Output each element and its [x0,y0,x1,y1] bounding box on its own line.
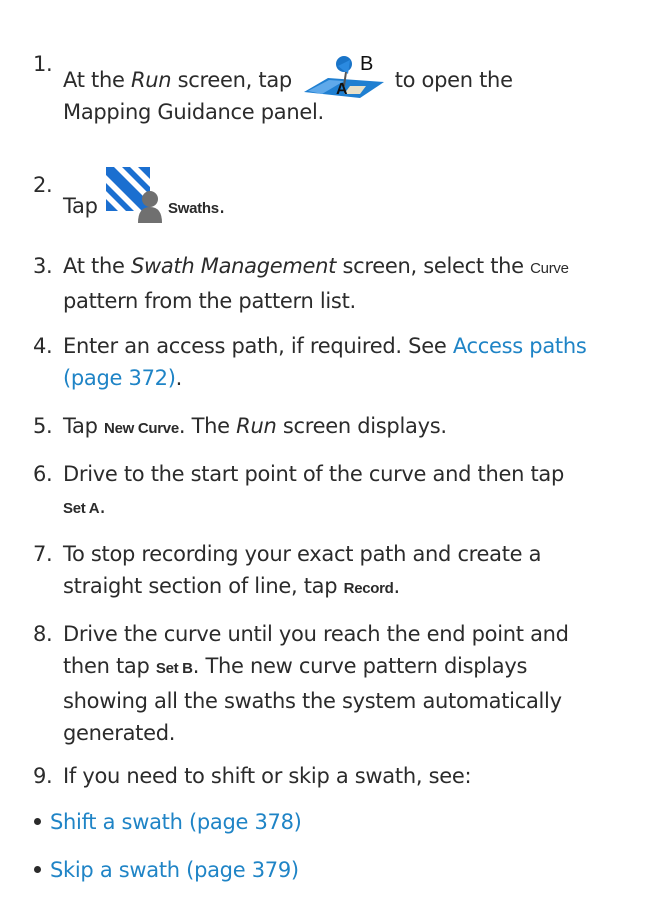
set-b-label: Set B [155,660,193,677]
access-paths-link[interactable]: Access paths [453,334,587,358]
step-4: 4. Enter an access path, if required. Se… [33,330,660,394]
skip-swath-link[interactable]: Skip a swath (page 379) [50,858,299,882]
icon-letter-a: A [336,81,348,98]
step-7: 7. To stop recording your exact path and… [33,538,660,605]
swaths-icon[interactable] [104,167,166,223]
swaths-label: Swaths [168,200,219,217]
new-curve-label: New Curve [104,420,179,437]
curve-pattern-label: Curve [530,260,569,277]
step-number: 5. [33,414,53,438]
list-item: Skip a swath (page 379) [34,854,299,886]
step-number: 3. [33,254,53,278]
step-number: 8. [33,622,53,646]
access-paths-page-link[interactable]: (page 372) [63,366,176,390]
step-6: 6. Drive to the start point of the curve… [33,458,660,525]
screen-name: Run [130,68,172,92]
bullet-icon [34,817,41,825]
step-2: 2. Tap Swaths. [33,133,660,225]
step-5: 5. Tap New Curve. The Run screen display… [33,410,660,445]
set-a-label: Set A [63,500,100,517]
shift-swath-link[interactable]: Shift a swath (page 378) [50,810,302,834]
bullet-icon [34,865,41,873]
step-number: 1. [33,52,53,76]
step-3: 3. At the Swath Management screen, selec… [33,250,660,317]
step-8: 8. Drive the curve until you reach the e… [33,618,660,749]
list-item: Shift a swath (page 378) [34,806,302,838]
mapping-guidance-ab-icon[interactable]: B A [300,52,386,100]
step-number: 6. [33,462,53,486]
step-number: 4. [33,334,53,358]
step-number: 2. [33,173,53,197]
icon-letter-b: B [360,53,373,75]
screen-name: Swath Management [130,254,337,278]
record-label: Record [343,580,394,597]
screen-name: Run [236,414,277,438]
step-1: 1. At the Run screen, tap B A to open th… [33,48,660,128]
step-9: 9. If you need to shift or skip a swath,… [33,760,660,792]
instruction-page: 1. At the Run screen, tap B A to open th… [0,0,666,907]
step-number: 9. [33,764,53,788]
step-number: 7. [33,542,53,566]
